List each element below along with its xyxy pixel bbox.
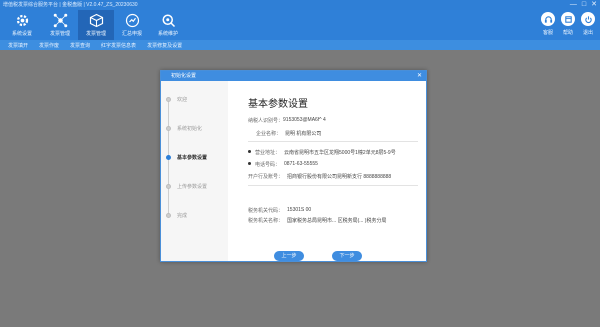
phone-label: 电话号码：: [255, 162, 281, 168]
toolbar-label: 系统设置: [11, 31, 32, 37]
authority-name-row: 税务机关名称： 国家税务总局昆明市... 区税务局(... )税务分局: [248, 217, 386, 224]
toolbar-exit[interactable]: 退出: [574, 12, 600, 38]
address-label: 营业地址：: [255, 150, 281, 156]
company-value: 昆明 机有限公司: [285, 131, 322, 137]
dialog-titlebar: 初始化设置 ✕: [161, 71, 426, 81]
authority-code-label: 税务机关代码：: [248, 208, 284, 214]
tax-id-row: 纳税人识别号： 9153053@MA6f^ 4: [248, 117, 326, 124]
toolbar-label: 系统维护: [157, 31, 178, 37]
toolbar-label: 退出: [582, 30, 593, 36]
step-finish: 完成: [166, 212, 187, 219]
wizard-steps: 欢迎 系统初始化 基本参数设置 上传参数设置 完成: [161, 81, 228, 261]
authority-name-value: 国家税务总局昆明市... 区税务局(... )税务分局: [287, 218, 387, 224]
toolbar-invoice-manage-active[interactable]: 发票管理: [78, 10, 114, 40]
step-label: 完成: [177, 213, 188, 219]
toolbar-invoice-manage[interactable]: 发票管理: [42, 10, 78, 40]
subnav-item[interactable]: 发票填开: [8, 42, 28, 49]
subnav-item[interactable]: 发票修复及设置: [147, 42, 182, 49]
step-upload-params: 上传参数设置: [166, 183, 207, 190]
form-heading: 基本参数设置: [248, 99, 308, 110]
gear-search-icon: [162, 14, 175, 28]
power-icon: [584, 15, 592, 23]
main-toolbar: 系统设置 发票管理 发票管理 汇总申报 系统维护 客服 帮助 退出: [0, 10, 600, 40]
basic-params-form: 基本参数设置 纳税人识别号： 9153053@MA6f^ 4 企业名称： 昆明 …: [228, 81, 426, 261]
bank-value: 招商银行股份有限公司昆明新支行 8888888888: [287, 174, 392, 180]
step-label: 基本参数设置: [177, 155, 208, 161]
tax-id-value: 9153053@MA6f^ 4: [283, 117, 326, 123]
step-basic-params: 基本参数设置: [166, 154, 207, 161]
address-row: 营业地址： 云南省昆明市五华区龙翔5000号1幢2单元8层5-9号: [248, 149, 396, 156]
bank-label: 开户行及账号：: [248, 174, 284, 180]
window-titlebar: 增值税发票综合服务平台 | 金税盘版 | V2.0.47_ZS_20230630…: [0, 0, 600, 10]
tax-id-label: 纳税人识别号：: [248, 118, 284, 124]
toolbar-label: 发票管理: [85, 31, 106, 37]
subnav-item[interactable]: 红字发票信息表: [101, 42, 136, 49]
divider: [248, 141, 418, 142]
address-value: 云南省昆明市五华区龙翔5000号1幢2单元8层5-9号: [284, 150, 396, 156]
phone-value: 0871-63-55555: [284, 161, 318, 167]
box-icon: [89, 13, 103, 28]
sub-navigation: 发票填开 发票作废 发票查询 红字发票信息表 发票修复及设置: [0, 40, 600, 50]
next-step-button[interactable]: 下一步: [332, 251, 362, 261]
toolbar-label: 汇总申报: [121, 31, 142, 37]
bullet: [248, 162, 251, 165]
window-controls: — □ ✕: [570, 0, 597, 10]
step-dot: [166, 155, 171, 160]
gear-icon: [16, 14, 28, 27]
headset-icon: [544, 15, 552, 23]
phone-row: 电话号码： 0871-63-55555: [248, 161, 318, 168]
minimize-button[interactable]: —: [570, 0, 577, 10]
prev-step-button[interactable]: 上一步: [274, 251, 304, 261]
toolbar-system-settings[interactable]: 系统设置: [4, 10, 40, 40]
step-label: 系统初始化: [177, 126, 203, 132]
company-row: 企业名称： 昆明 机有限公司: [256, 130, 321, 137]
dialog-close-icon[interactable]: ✕: [417, 71, 422, 81]
init-settings-dialog: 初始化设置 ✕ 欢迎 系统初始化 基本参数设置 上传参数设置 完成 基本参数设置…: [160, 70, 427, 262]
step-system-init: 系统初始化: [166, 125, 202, 132]
window-title: 增值税发票综合服务平台 | 金税盘版 | V2.0.47_ZS_20230630: [3, 2, 138, 8]
authority-code-row: 税务机关代码： 15301S 00: [248, 207, 311, 214]
help-icon: [564, 15, 572, 23]
step-dot: [166, 126, 171, 131]
step-welcome: 欢迎: [166, 96, 187, 103]
close-button[interactable]: ✕: [591, 0, 597, 10]
maximize-button[interactable]: □: [582, 0, 586, 10]
shield-chart-icon: [125, 13, 139, 28]
bank-row: 开户行及账号： 招商银行股份有限公司昆明新支行 8888888888: [248, 173, 391, 180]
authority-name-label: 税务机关名称：: [248, 218, 284, 224]
bullet: [248, 150, 251, 153]
toolbar-label: 发票管理: [49, 31, 70, 37]
toolbar-label: 客服: [542, 30, 553, 36]
share-nodes-icon: [53, 13, 67, 28]
step-label: 上传参数设置: [177, 184, 208, 190]
toolbar-label: 帮助: [562, 30, 573, 36]
divider: [248, 185, 418, 186]
step-dot: [166, 184, 171, 189]
subnav-item[interactable]: 发票作废: [39, 42, 59, 49]
subnav-item[interactable]: 发票查询: [70, 42, 90, 49]
step-dot: [166, 213, 171, 218]
company-label: 企业名称：: [256, 131, 282, 137]
dialog-title: 初始化设置: [171, 73, 197, 79]
authority-code-value: 15301S 00: [287, 207, 312, 213]
toolbar-summary-report[interactable]: 汇总申报: [114, 10, 150, 40]
step-label: 欢迎: [177, 97, 188, 103]
step-dot: [166, 97, 171, 102]
toolbar-system-maintenance[interactable]: 系统维护: [150, 10, 186, 40]
